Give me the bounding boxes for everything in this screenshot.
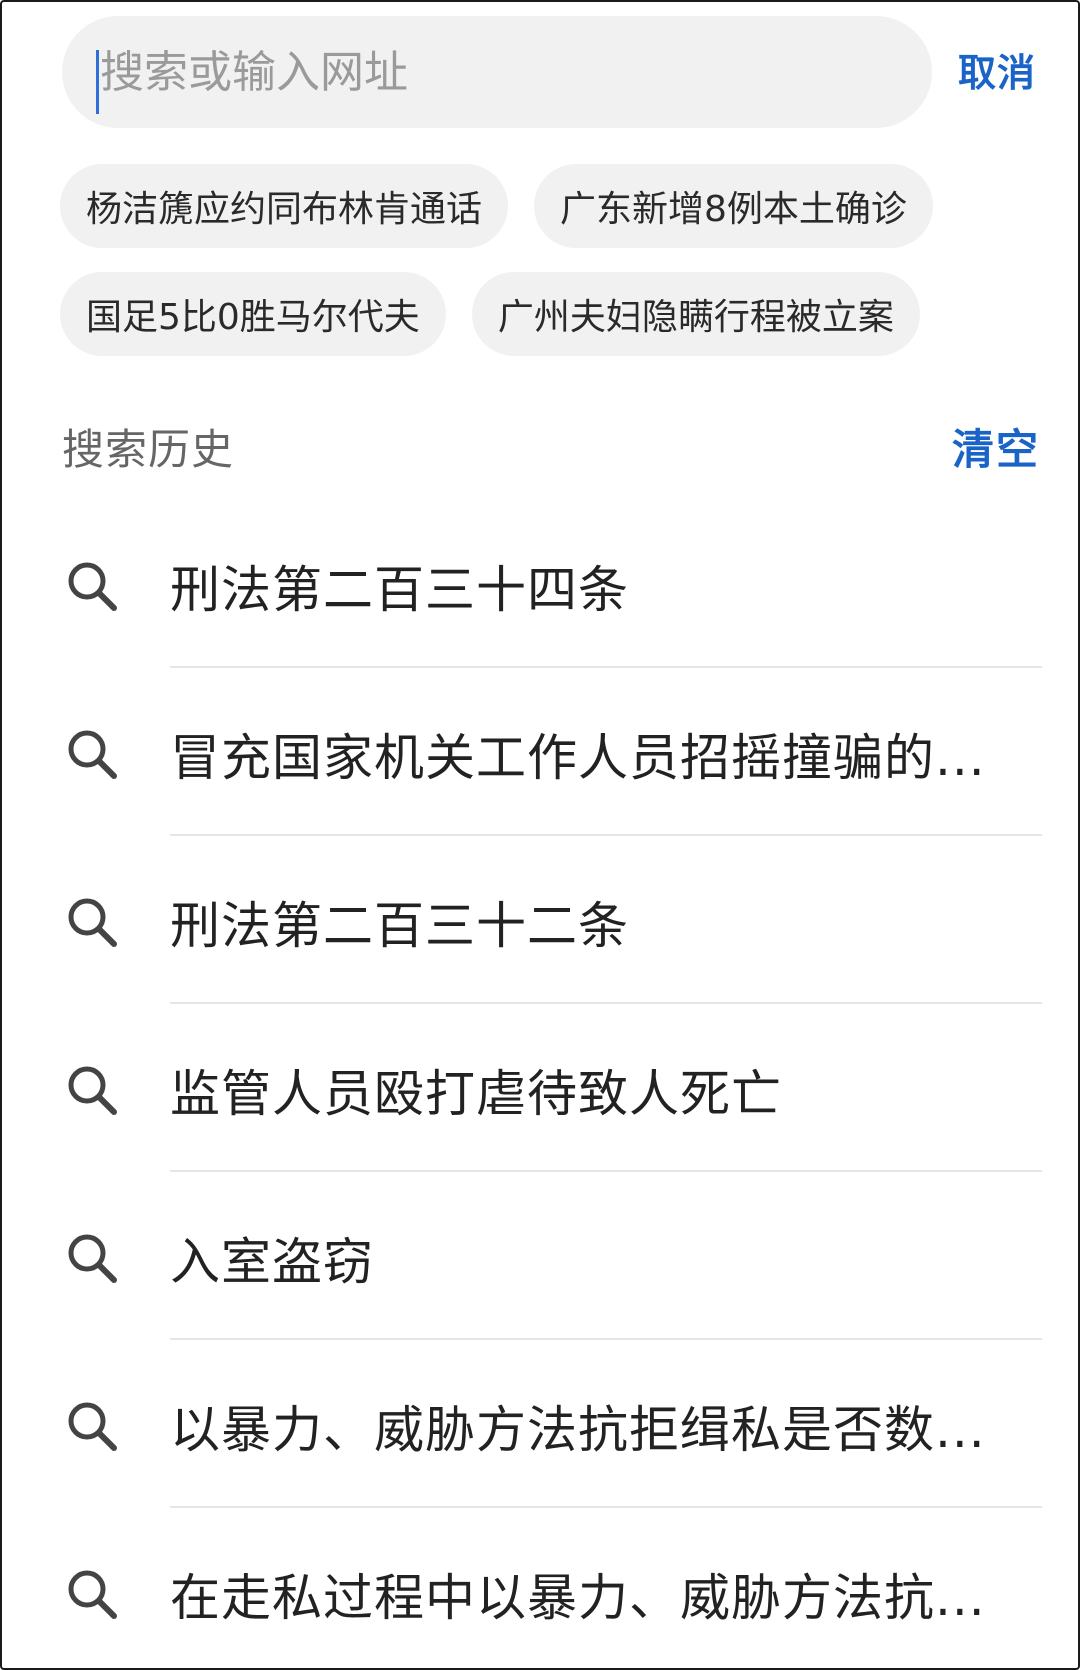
search-icon [68, 730, 117, 779]
history-item-text: 刑法第二百三十二条 [170, 897, 629, 955]
history-item[interactable]: 刑法第二百三十四条 [2, 500, 1078, 668]
history-item-text: 冒充国家机关工作人员招摇撞骗的... [170, 729, 986, 787]
history-item[interactable]: 监管人员殴打虐待致人死亡 [2, 1004, 1078, 1172]
app-frame: 取消 杨洁篪应约同布林肯通话 广东新增8例本土确诊 国足5比0胜马尔代夫 广州夫… [0, 0, 1080, 1670]
search-bar[interactable] [62, 16, 932, 128]
search-icon [68, 1234, 117, 1283]
search-icon [68, 1570, 117, 1619]
search-icon [68, 898, 117, 947]
chip-row: 杨洁篪应约同布林肯通话 广东新增8例本土确诊 [60, 164, 1040, 248]
search-input[interactable] [100, 34, 900, 110]
history-list: 刑法第二百三十四条 冒充国家机关工作人员招摇撞骗的... 刑法第二百三十二条 监… [2, 500, 1078, 1668]
history-item[interactable]: 入室盗窃 [2, 1172, 1078, 1340]
text-caret [96, 50, 99, 114]
history-item-text: 入室盗窃 [170, 1233, 374, 1291]
history-item[interactable]: 刑法第二百三十二条 [2, 836, 1078, 1004]
history-item[interactable]: 以暴力、威胁方法抗拒缉私是否数... [2, 1340, 1078, 1508]
search-icon [68, 1402, 117, 1451]
history-item-text: 在走私过程中以暴力、威胁方法抗... [170, 1569, 986, 1627]
clear-history-button[interactable]: 清空 [952, 416, 1040, 477]
hot-search-chip[interactable]: 国足5比0胜马尔代夫 [60, 272, 446, 356]
history-title: 搜索历史 [62, 424, 235, 474]
history-header: 搜索历史 清空 [62, 414, 1040, 478]
history-item-text: 监管人员殴打虐待致人死亡 [170, 1065, 782, 1123]
hot-search-chip[interactable]: 广州夫妇隐瞒行程被立案 [471, 272, 920, 356]
hot-search-chips: 杨洁篪应约同布林肯通话 广东新增8例本土确诊 国足5比0胜马尔代夫 广州夫妇隐瞒… [60, 164, 1040, 380]
history-item-text: 刑法第二百三十四条 [170, 561, 629, 619]
history-item[interactable]: 在走私过程中以暴力、威胁方法抗... [2, 1508, 1078, 1668]
hot-search-chip[interactable]: 广东新增8例本土确诊 [534, 164, 933, 248]
search-icon [68, 1066, 117, 1115]
hot-search-chip[interactable]: 杨洁篪应约同布林肯通话 [60, 164, 509, 248]
history-item[interactable]: 冒充国家机关工作人员招摇撞骗的... [2, 668, 1078, 836]
history-item-text: 以暴力、威胁方法抗拒缉私是否数... [170, 1401, 986, 1459]
search-icon [68, 562, 117, 611]
chip-row: 国足5比0胜马尔代夫 广州夫妇隐瞒行程被立案 [60, 272, 1040, 356]
cancel-button[interactable]: 取消 [958, 42, 1036, 97]
